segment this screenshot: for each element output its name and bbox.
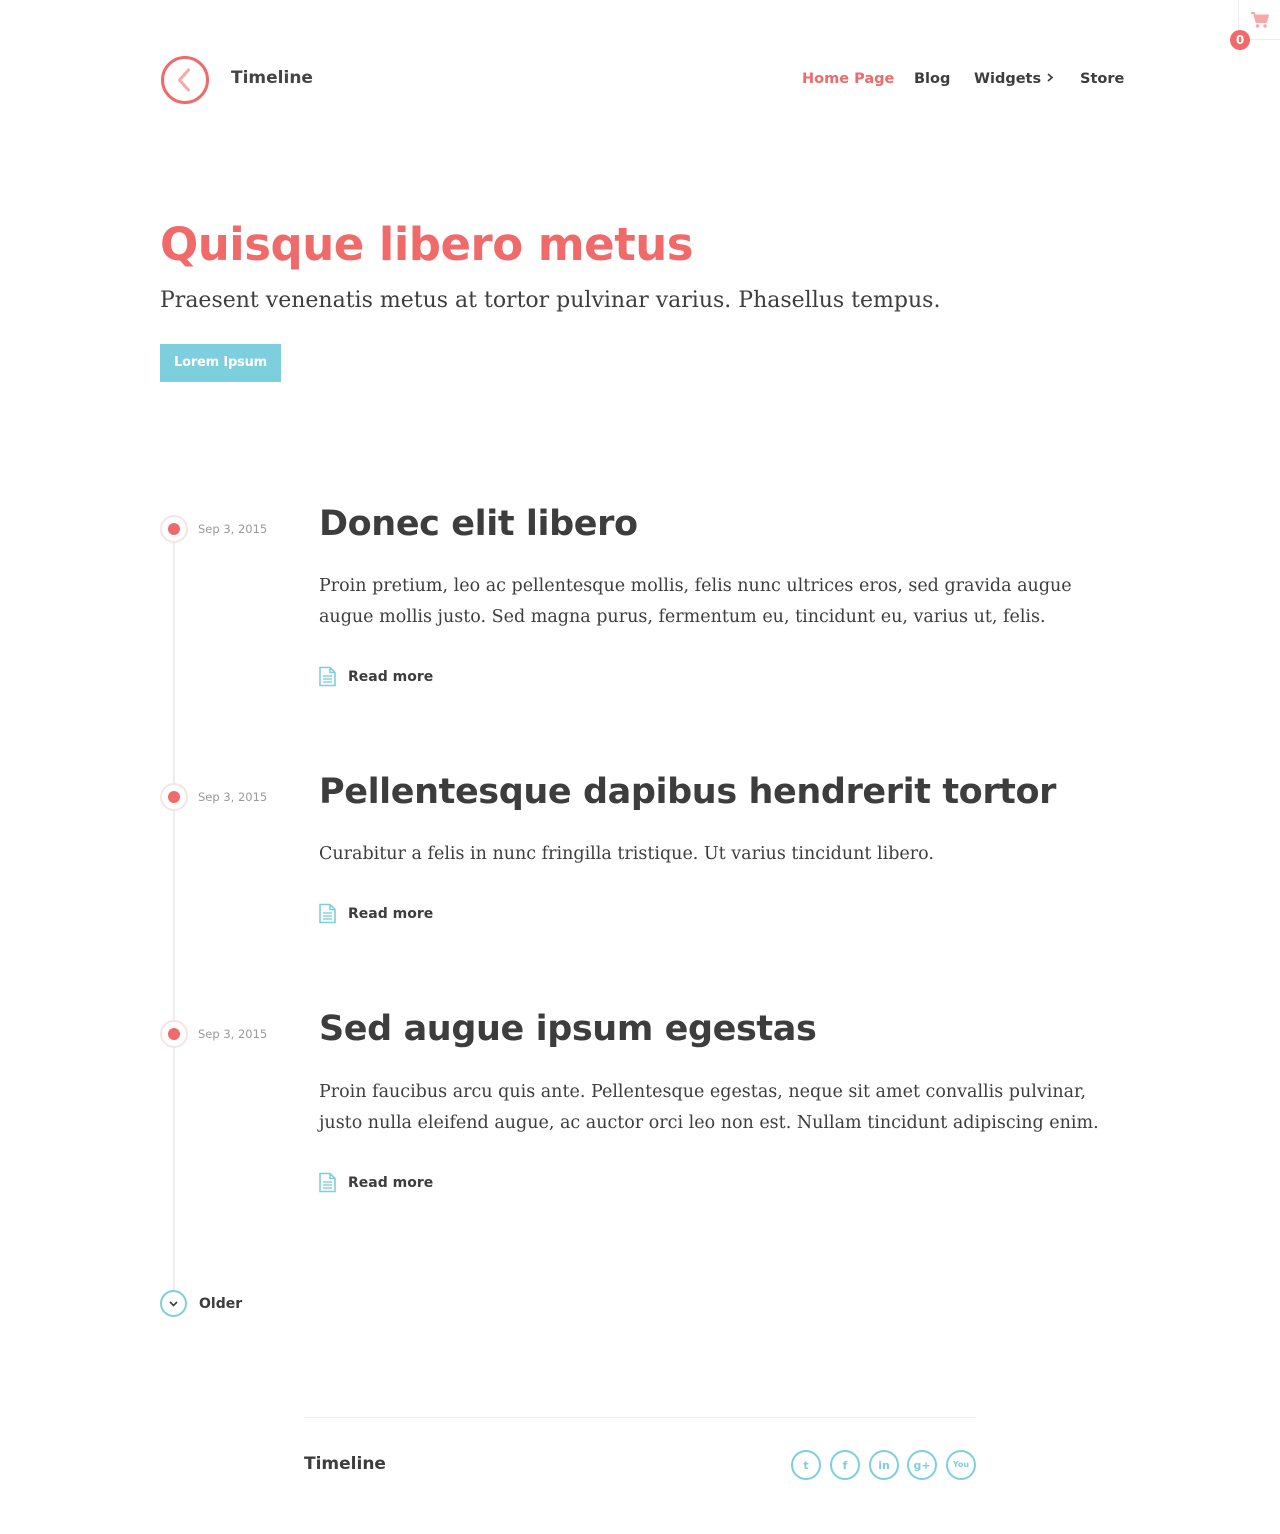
footer-divider [304, 1417, 976, 1418]
read-more-label: Read more [348, 1174, 434, 1191]
timeline-dot [160, 783, 188, 811]
read-more-link[interactable]: Read more [318, 903, 433, 924]
hero-cta-button[interactable]: Lorem Ipsum [160, 344, 281, 382]
post-date: Sep 3, 2015 [198, 790, 268, 804]
facebook-icon[interactable]: f [830, 1450, 860, 1480]
cart-count-badge: 0 [1230, 30, 1250, 50]
hero-subtitle: Praesent venenatis metus at tortor pulvi… [160, 288, 941, 313]
cart-icon [1250, 11, 1269, 28]
hero-title: Quisque libero metus [160, 218, 694, 271]
post-title[interactable]: Sed augue ipsum egestas [319, 1009, 817, 1049]
youtube-icon[interactable]: You [946, 1450, 976, 1480]
chevron-left-circle-icon [161, 56, 209, 104]
nav-blog[interactable]: Blog [914, 71, 950, 87]
nav-home-page[interactable]: Home Page [802, 71, 894, 87]
read-more-link[interactable]: Read more [318, 1172, 433, 1193]
post-title[interactable]: Pellentesque dapibus hendrerit tortor [319, 772, 1056, 812]
older-posts-button[interactable]: Older [160, 1290, 242, 1317]
twitter-icon[interactable]: t [791, 1450, 821, 1480]
footer-title: Timeline [304, 1454, 386, 1474]
site-title[interactable]: Timeline [231, 68, 313, 88]
nav-store[interactable]: Store [1080, 71, 1124, 87]
post-date: Sep 3, 2015 [198, 1027, 268, 1041]
timeline-dot [160, 515, 188, 543]
nav-widgets-label: Widgets [974, 71, 1042, 87]
chevron-down-icon [160, 1290, 187, 1317]
post-excerpt: Curabitur a felis in nunc fringilla tris… [319, 844, 934, 864]
read-more-label: Read more [348, 905, 434, 922]
google-plus-icon[interactable]: g+ [907, 1450, 937, 1480]
read-more-link[interactable]: Read more [318, 666, 433, 687]
chevron-right-icon [1047, 73, 1054, 82]
timeline-line [173, 530, 175, 1290]
document-icon [319, 1172, 336, 1193]
document-icon [319, 666, 336, 687]
document-icon [319, 903, 336, 924]
older-label: Older [199, 1295, 243, 1312]
post-title[interactable]: Donec elit libero [319, 504, 638, 544]
post-excerpt: Proin pretium, leo ac pellentesque molli… [319, 576, 1072, 627]
linkedin-icon[interactable]: in [869, 1450, 899, 1480]
nav-widgets[interactable]: Widgets [974, 71, 1054, 87]
post-date: Sep 3, 2015 [198, 522, 268, 536]
read-more-label: Read more [348, 668, 434, 685]
timeline-dot [160, 1020, 188, 1048]
post-excerpt: Proin faucibus arcu quis ante. Pellentes… [319, 1082, 1099, 1133]
site-logo[interactable] [160, 55, 210, 105]
